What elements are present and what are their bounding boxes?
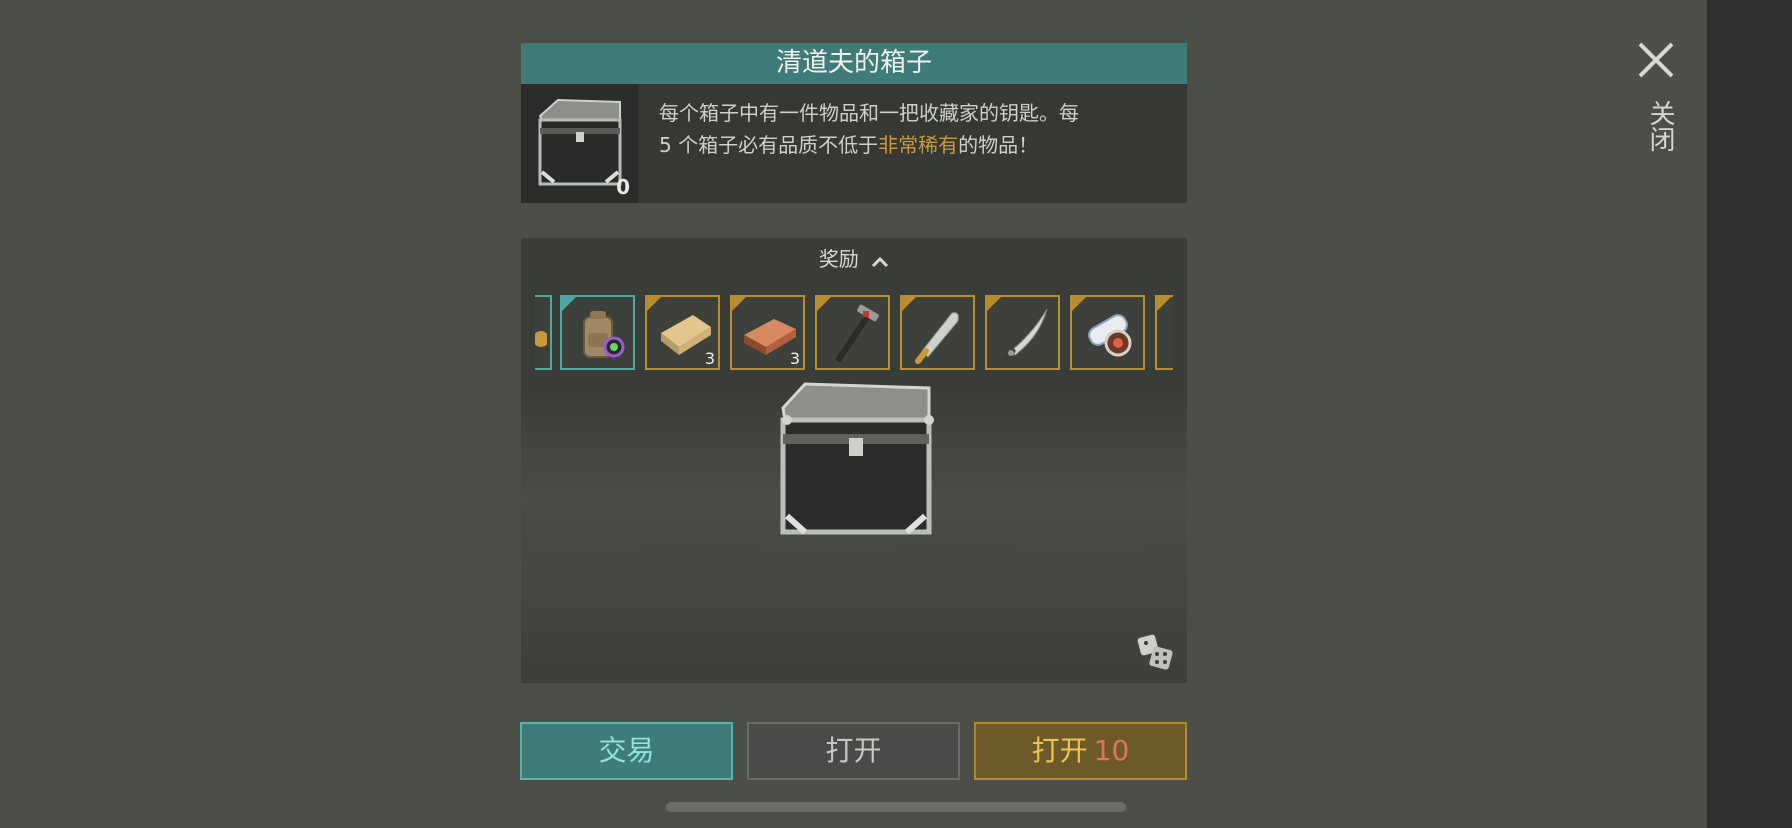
reward-panel: 奖励 3 3 [521,238,1187,683]
reward-slot[interactable]: 3 [730,295,805,370]
chest-info-card: 清道夫的箱子 0 每个箱子中有一件物品和一把收藏家的钥匙。每 5 个箱子必有品质… [521,43,1187,203]
close-label[interactable]: 关闭 [1636,100,1676,152]
chest-title: 清道夫的箱子 [521,43,1187,84]
chevron-up-icon [871,240,889,282]
open-ten-count: 10 [1093,734,1130,767]
rarity-highlight: 非常稀有 [878,133,959,157]
chest-description: 每个箱子中有一件物品和一把收藏家的钥匙。每 5 个箱子必有品质不低于非常稀有的物… [659,97,1079,161]
reward-slot[interactable] [1155,295,1173,370]
reward-items-strip[interactable]: 3 3 [535,295,1173,371]
hammer-icon [836,304,879,362]
chest-preview-icon [780,382,934,535]
chest-count: 0 [616,175,630,199]
partial-item-icon [535,331,547,347]
item-qty: 3 [704,349,715,368]
reward-slot[interactable] [985,295,1060,370]
open-button[interactable]: 打开 [747,722,960,780]
reward-slot[interactable] [535,295,552,370]
open-ten-label: 打开 [1031,734,1088,767]
dice-icon[interactable] [1135,632,1175,672]
rewards-label: 奖励 [818,247,859,271]
rewards-toggle[interactable]: 奖励 [521,238,1187,280]
item-qty: 3 [789,349,800,368]
chest-icon [538,98,622,186]
reward-slot[interactable] [815,295,890,370]
sword-icon [1002,308,1048,362]
close-icon[interactable] [1636,40,1676,80]
reward-slot[interactable]: 3 [645,295,720,370]
reward-slot[interactable] [1070,295,1145,370]
description-end: 的物品！ [958,133,1039,157]
reward-slot[interactable] [900,295,975,370]
side-strip [1707,0,1792,828]
trade-button[interactable]: 交易 [520,722,733,780]
backpack-icon [583,311,625,358]
home-indicator [666,802,1126,812]
blueprint-scroll-icon [1088,314,1132,357]
reward-slot[interactable] [560,295,635,370]
open-ten-button[interactable]: 打开 10 [974,722,1187,780]
machete-icon [915,312,959,364]
chest-thumbnail: 0 [521,84,638,203]
